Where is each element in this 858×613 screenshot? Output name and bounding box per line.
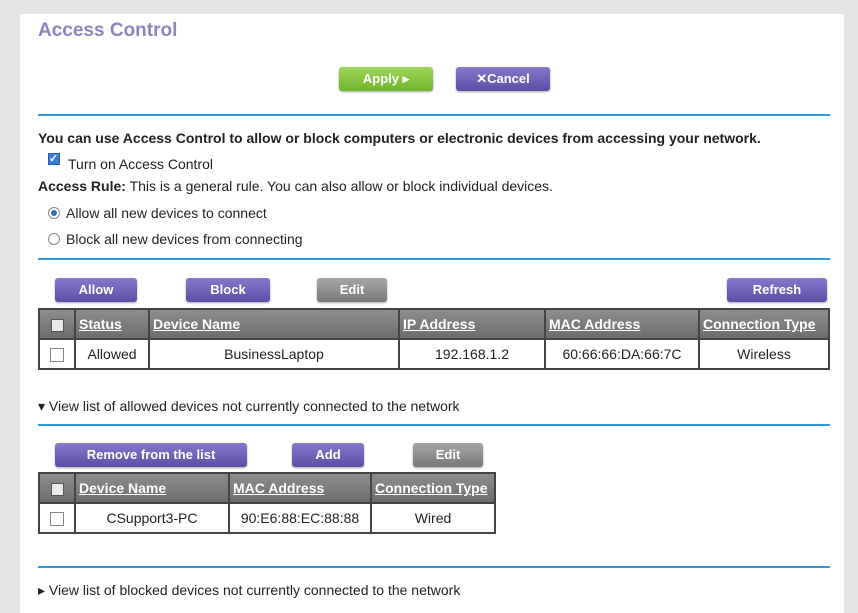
select-all-header[interactable]: [38, 472, 76, 504]
row-checkbox[interactable]: [50, 348, 64, 363]
allowed-not-connected-toggle[interactable]: ▾ View list of allowed devices not curre…: [38, 398, 460, 415]
connection-type-cell: Wireless: [698, 338, 830, 370]
allowed-devices-table: Device Name MAC Address Connection Type …: [38, 472, 496, 534]
column-header-mac-address[interactable]: MAC Address: [228, 472, 372, 504]
connection-type-cell: Wired: [370, 502, 496, 534]
refresh-button[interactable]: Refresh: [727, 278, 827, 302]
section-divider: [38, 258, 830, 260]
access-rule-label: Access Rule:: [38, 178, 126, 194]
access-rule-description: This is a general rule. You can also all…: [125, 178, 553, 194]
ip-address-cell: 192.168.1.2: [398, 338, 546, 370]
apply-button[interactable]: Apply ▸: [339, 67, 433, 91]
section-divider: [38, 424, 830, 426]
column-header-status[interactable]: Status: [74, 308, 150, 340]
intro-description: You can use Access Control to allow or b…: [38, 130, 761, 146]
access-rule-text: Access Rule: This is a general rule. You…: [38, 178, 553, 194]
edit-allowed-button[interactable]: Edit: [413, 443, 483, 467]
column-header-connection-type[interactable]: Connection Type: [370, 472, 496, 504]
access-control-page: Access Control Apply ▸ ✕Cancel You can u…: [20, 14, 844, 613]
select-all-checkbox[interactable]: [50, 318, 64, 332]
mac-address-cell: 90:E6:88:EC:88:88: [228, 502, 372, 534]
table-header-row: Status Device Name IP Address MAC Addres…: [38, 308, 830, 340]
row-select-cell[interactable]: [38, 338, 76, 370]
device-name-cell: CSupport3-PC: [74, 502, 230, 534]
turn-on-access-control-checkbox[interactable]: [48, 153, 60, 165]
connected-devices-table: Status Device Name IP Address MAC Addres…: [38, 308, 830, 370]
block-new-devices-label: Block all new devices from connecting: [66, 231, 303, 247]
block-button[interactable]: Block: [186, 278, 270, 302]
column-header-ip-address[interactable]: IP Address: [398, 308, 546, 340]
allow-new-devices-radio[interactable]: [48, 207, 60, 219]
row-checkbox[interactable]: [50, 512, 64, 527]
select-all-checkbox[interactable]: [50, 482, 64, 496]
allow-button[interactable]: Allow: [55, 278, 137, 302]
allow-new-devices-label: Allow all new devices to connect: [66, 205, 267, 221]
status-cell: Allowed: [74, 338, 150, 370]
column-header-device-name[interactable]: Device Name: [148, 308, 400, 340]
section-divider: [38, 566, 830, 568]
block-new-devices-radio[interactable]: [48, 233, 60, 245]
row-select-cell[interactable]: [38, 502, 76, 534]
device-name-cell: BusinessLaptop: [148, 338, 400, 370]
page-title: Access Control: [38, 20, 178, 41]
column-header-device-name[interactable]: Device Name: [74, 472, 230, 504]
table-row: CSupport3-PC 90:E6:88:EC:88:88 Wired: [38, 502, 496, 534]
add-button[interactable]: Add: [292, 443, 364, 467]
column-header-connection-type[interactable]: Connection Type: [698, 308, 830, 340]
column-header-mac-address[interactable]: MAC Address: [544, 308, 700, 340]
turn-on-access-control-label: Turn on Access Control: [68, 156, 213, 172]
edit-button[interactable]: Edit: [317, 278, 387, 302]
mac-address-cell: 60:66:66:DA:66:7C: [544, 338, 700, 370]
select-all-header[interactable]: [38, 308, 76, 340]
section-divider: [38, 114, 830, 116]
cancel-button[interactable]: ✕Cancel: [456, 67, 550, 91]
remove-from-list-button[interactable]: Remove from the list: [55, 443, 247, 467]
table-header-row: Device Name MAC Address Connection Type: [38, 472, 496, 504]
blocked-not-connected-toggle[interactable]: ▸ View list of blocked devices not curre…: [38, 582, 460, 599]
table-row: Allowed BusinessLaptop 192.168.1.2 60:66…: [38, 338, 830, 370]
